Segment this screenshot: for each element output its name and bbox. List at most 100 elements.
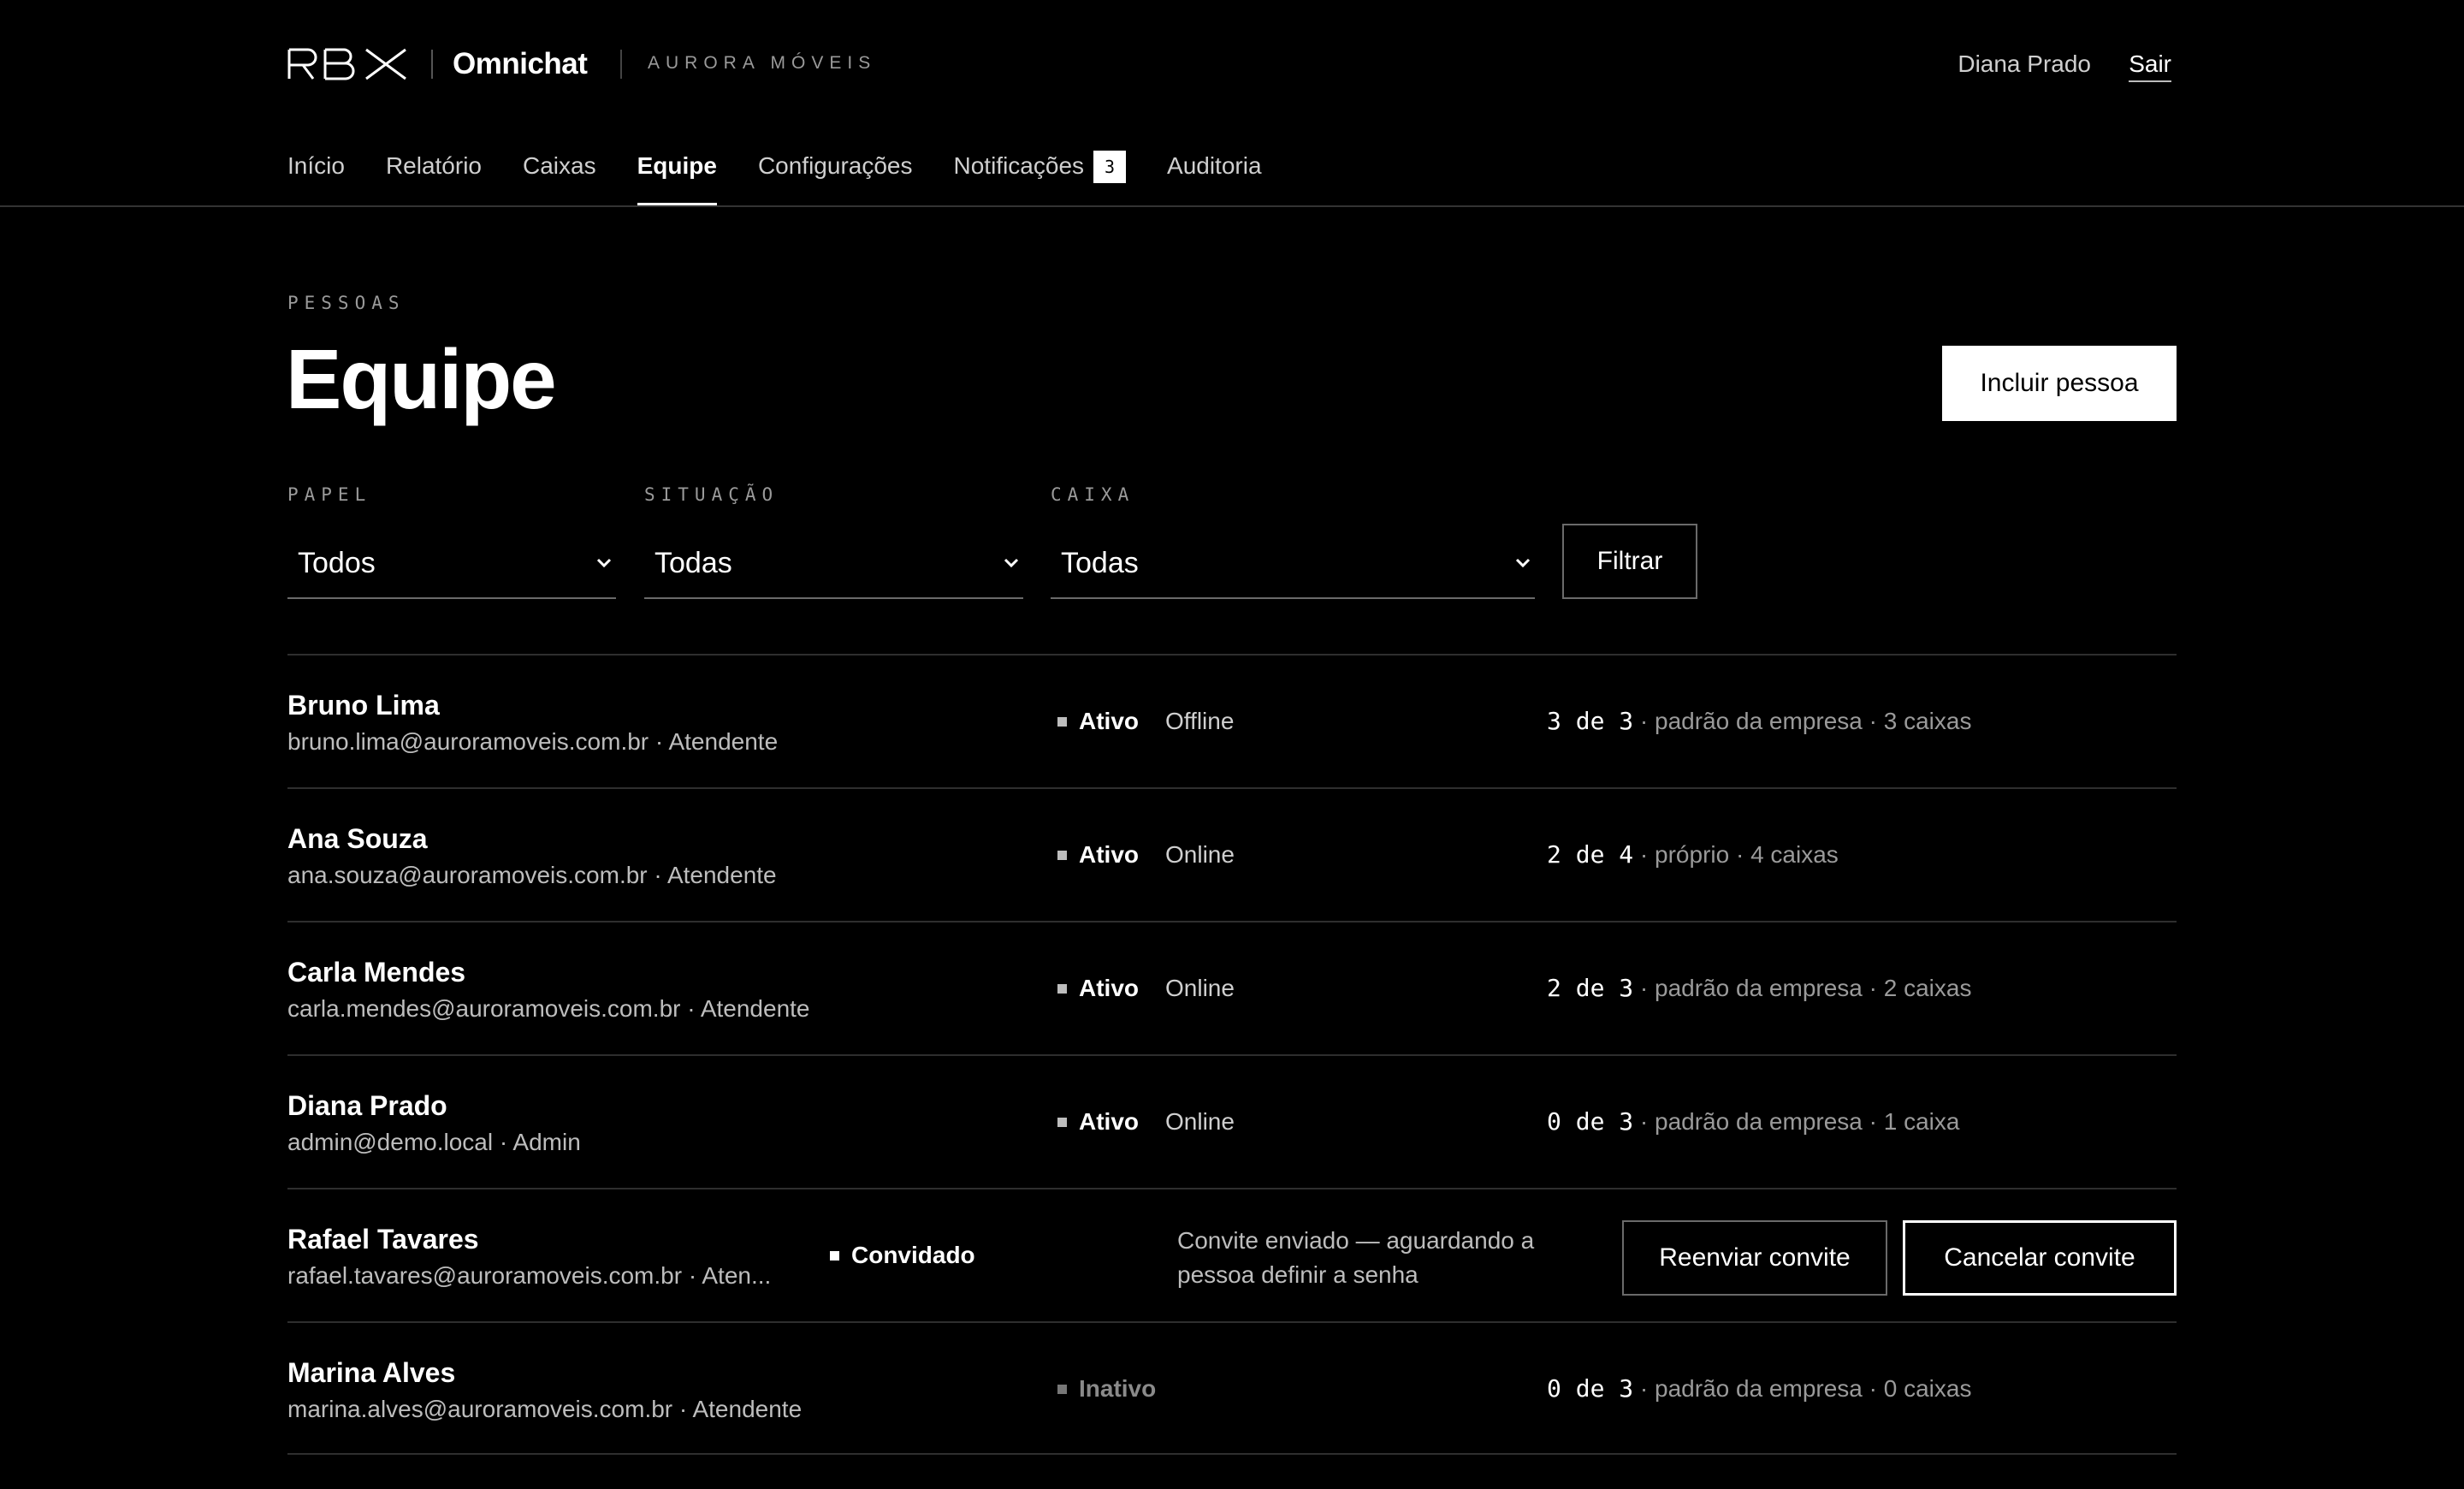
- presence-status: Offline: [1165, 708, 1235, 734]
- nav-item-relatorio[interactable]: Relatório: [386, 149, 482, 205]
- page-eyebrow: PESSOAS: [287, 293, 406, 313]
- person-email-role: bruno.lima@auroramoveis.com.br · Atenden…: [287, 728, 779, 755]
- status-square-icon: [830, 1250, 839, 1261]
- nav-label: Auditoria: [1167, 152, 1262, 179]
- brand-logo[interactable]: [287, 46, 411, 82]
- status-label: Ativo: [1079, 841, 1139, 868]
- person-name: Bruno Lima: [287, 690, 440, 721]
- nav-label: Equipe: [637, 152, 717, 179]
- resend-invite-button[interactable]: Reenviar convite: [1622, 1220, 1887, 1296]
- status-badge: Ativo: [1057, 707, 1139, 736]
- current-user-name: Diana Prado: [1958, 50, 2091, 77]
- person-name: Carla Mendes: [287, 957, 466, 988]
- logout-link[interactable]: Sair: [2129, 50, 2171, 82]
- status-square-icon: [1057, 1117, 1067, 1127]
- quota-info: 3 de 3 · padrão da empresa · 3 caixas: [1547, 707, 1971, 736]
- person-email-role: admin@demo.local · Admin: [287, 1129, 581, 1155]
- presence-status: Online: [1165, 1108, 1235, 1135]
- role-filter-label: PAPEL: [287, 484, 372, 505]
- status-filter-value: Todas: [654, 546, 732, 579]
- presence-status: Online: [1165, 841, 1235, 868]
- quota-detail: · próprio · 4 caixas: [1633, 841, 1839, 868]
- status-filter-label: SITUAÇÃO: [644, 484, 779, 505]
- list-item[interactable]: Marina Alves marina.alves@auroramoveis.c…: [287, 1321, 2177, 1455]
- cancel-invite-button[interactable]: Cancelar convite: [1903, 1220, 2177, 1296]
- person-name: Diana Prado: [287, 1090, 447, 1121]
- status-badge: Inativo: [1057, 1374, 1156, 1403]
- inbox-filter-label: CAIXA: [1051, 484, 1135, 505]
- quota-detail: · padrão da empresa · 0 caixas: [1633, 1375, 1972, 1402]
- nav-item-notificacoes[interactable]: Notificações 3: [954, 149, 1127, 205]
- person-email-role: ana.souza@auroramoveis.com.br · Atendent…: [287, 862, 777, 888]
- nav-label: Caixas: [523, 152, 596, 179]
- person-name: Marina Alves: [287, 1357, 456, 1388]
- status-label: Convidado: [851, 1242, 975, 1268]
- nav-item-auditoria[interactable]: Auditoria: [1167, 149, 1262, 205]
- status-badge: Ativo: [1057, 840, 1139, 869]
- inbox-filter-select[interactable]: Todas: [1051, 529, 1535, 599]
- quota-value: 3 de 3: [1547, 707, 1634, 735]
- add-person-button[interactable]: Incluir pessoa: [1942, 346, 2177, 421]
- quota-info: 2 de 3 · padrão da empresa · 2 caixas: [1547, 974, 1971, 1003]
- chevron-down-icon: [989, 557, 1023, 569]
- status-label: Ativo: [1079, 708, 1139, 734]
- person-name: Rafael Tavares: [287, 1224, 479, 1255]
- status-badge: Ativo: [1057, 974, 1139, 1003]
- person-name: Ana Souza: [287, 823, 428, 854]
- status-label: Inativo: [1079, 1375, 1157, 1402]
- quota-info: 0 de 3 · padrão da empresa · 0 caixas: [1547, 1374, 1971, 1403]
- person-email-role: marina.alves@auroramoveis.com.br · Atend…: [287, 1396, 803, 1422]
- nav-label: Configurações: [757, 152, 913, 179]
- status-square-icon: [1057, 1384, 1067, 1394]
- nav-item-equipe[interactable]: Equipe: [637, 149, 718, 205]
- nav-label: Início: [287, 152, 345, 179]
- chevron-down-icon: [582, 557, 616, 569]
- list-item[interactable]: Rafael Tavares rafael.tavares@auroramove…: [287, 1188, 2177, 1321]
- list-item[interactable]: Bruno Lima bruno.lima@auroramoveis.com.b…: [287, 654, 2177, 787]
- status-badge: Convidado: [830, 1241, 975, 1270]
- role-filter-select[interactable]: Todos: [287, 529, 616, 599]
- header-divider: [620, 50, 622, 79]
- nav-item-caixas[interactable]: Caixas: [523, 149, 596, 205]
- quota-info: 2 de 4 · próprio · 4 caixas: [1547, 840, 1839, 869]
- quota-value: 0 de 3: [1547, 1374, 1634, 1403]
- app-name: Omnichat: [453, 47, 588, 80]
- list-item[interactable]: Ana Souza ana.souza@auroramoveis.com.br …: [287, 787, 2177, 921]
- status-square-icon: [1057, 850, 1067, 860]
- quota-value: 2 de 3: [1547, 974, 1634, 1002]
- header-divider: [431, 50, 433, 79]
- status-badge: Ativo: [1057, 1107, 1139, 1136]
- person-email-role: rafael.tavares@auroramoveis.com.br · Ate…: [287, 1262, 772, 1289]
- notification-count-badge: 3: [1093, 151, 1127, 183]
- status-square-icon: [1057, 716, 1067, 727]
- company-name: AURORA MÓVEIS: [648, 53, 877, 73]
- nav-item-configuracoes[interactable]: Configurações: [758, 149, 913, 205]
- quota-detail: · padrão da empresa · 3 caixas: [1633, 708, 1972, 734]
- quota-info: 0 de 3 · padrão da empresa · 1 caixa: [1547, 1107, 1959, 1136]
- role-filter-value: Todos: [298, 546, 376, 579]
- status-label: Ativo: [1079, 975, 1139, 1001]
- page-title: Equipe: [286, 332, 557, 426]
- quota-value: 0 de 3: [1547, 1107, 1634, 1136]
- person-email-role: carla.mendes@auroramoveis.com.br · Atend…: [287, 995, 810, 1022]
- people-list: Bruno Lima bruno.lima@auroramoveis.com.b…: [287, 654, 2177, 1455]
- rbx-logo-icon: [287, 48, 406, 80]
- quota-value: 2 de 4: [1547, 840, 1634, 869]
- status-square-icon: [1057, 983, 1067, 994]
- quota-detail: · padrão da empresa · 1 caixa: [1633, 1108, 1960, 1135]
- nav-label: Notificações: [953, 152, 1085, 179]
- nav-label: Relatório: [385, 152, 482, 179]
- status-filter-select[interactable]: Todas: [644, 529, 1023, 599]
- chevron-down-icon: [1501, 557, 1535, 569]
- nav-item-inicio[interactable]: Início: [287, 149, 345, 205]
- status-label: Ativo: [1079, 1108, 1139, 1135]
- presence-status: Online: [1165, 975, 1235, 1001]
- list-item[interactable]: Carla Mendes carla.mendes@auroramoveis.c…: [287, 921, 2177, 1054]
- main-nav: Início Relatório Caixas Equipe Configura…: [287, 149, 1303, 205]
- filter-button[interactable]: Filtrar: [1562, 524, 1697, 599]
- invite-note: Convite enviado — aguardando a pessoa de…: [1177, 1227, 1535, 1288]
- inbox-filter-value: Todas: [1061, 546, 1139, 579]
- list-item[interactable]: Diana Prado admin@demo.local · Admin Ati…: [287, 1054, 2177, 1188]
- nav-divider: [0, 205, 2464, 207]
- quota-detail: · padrão da empresa · 2 caixas: [1633, 975, 1972, 1001]
